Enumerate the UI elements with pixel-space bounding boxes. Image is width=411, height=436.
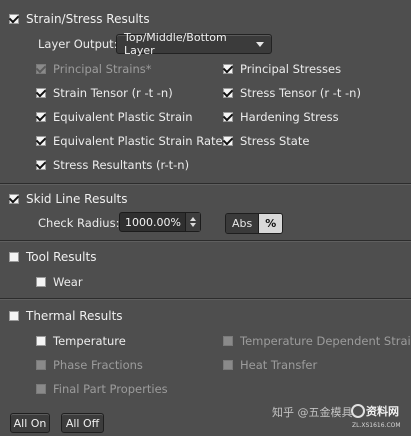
stress-resultants-checkbox[interactable]	[36, 160, 46, 170]
strain-stress-title: Strain/Stress Results	[26, 12, 150, 26]
principal-stresses-checkbox[interactable]	[223, 64, 233, 74]
layer-output-label: Layer Output:	[38, 37, 118, 51]
heat-transfer-checkbox[interactable]	[223, 360, 233, 370]
strain-tensor-label: Strain Tensor (r -t -n)	[53, 86, 173, 100]
section-divider	[0, 240, 411, 242]
temperature-label: Temperature	[53, 334, 126, 348]
stress-tensor-checkbox[interactable]	[223, 88, 233, 98]
checkbox-equivalent-plastic-strain[interactable]: Equivalent Plastic Strain	[36, 110, 193, 124]
checkbox-stress-resultants[interactable]: Stress Resultants (r-t-n)	[36, 158, 189, 172]
temperature-dependent-strains-label: Temperature Dependent Strains	[240, 334, 411, 348]
checkbox-heat-transfer[interactable]: Heat Transfer	[223, 358, 317, 372]
skid-line-header[interactable]: Skid Line Results	[9, 192, 127, 206]
wear-checkbox[interactable]	[36, 277, 46, 287]
check-radius-row: Check Radius:	[38, 216, 119, 230]
checkbox-principal-strains[interactable]: Principal Strains*	[36, 62, 151, 76]
wear-label: Wear	[53, 275, 83, 289]
layer-output-value: Top/Middle/Bottom Layer	[124, 31, 227, 57]
phase-fractions-label: Phase Fractions	[53, 358, 143, 372]
hardening-stress-checkbox[interactable]	[223, 112, 233, 122]
layer-output-dropdown[interactable]: Top/Middle/Bottom Layer	[116, 31, 272, 57]
checkbox-stress-tensor[interactable]: Stress Tensor (r -t -n)	[223, 86, 361, 100]
watermark-logo: 资料网 ZL.XS1616.COM	[351, 404, 401, 429]
checkbox-hardening-stress[interactable]: Hardening Stress	[223, 110, 339, 124]
checkbox-wear[interactable]: Wear	[36, 275, 83, 289]
strain-stress-checkbox[interactable]	[9, 14, 19, 24]
equivalent-plastic-strain-rate-label: Equivalent Plastic Strain Rate	[53, 134, 223, 148]
temperature-dependent-strains-checkbox[interactable]	[223, 336, 233, 346]
watermark-text: 知乎 @五金模具	[272, 406, 353, 419]
spin-down-icon[interactable]	[190, 223, 196, 227]
heat-transfer-label: Heat Transfer	[240, 358, 318, 372]
equivalent-plastic-strain-checkbox[interactable]	[36, 112, 46, 122]
checkbox-equivalent-plastic-strain-rate[interactable]: Equivalent Plastic Strain Rate	[36, 134, 223, 148]
all-on-button[interactable]: All On	[10, 413, 50, 433]
checkbox-principal-stresses[interactable]: Principal Stresses	[223, 62, 341, 76]
tool-results-header[interactable]: Tool Results	[9, 250, 96, 264]
equivalent-plastic-strain-rate-checkbox[interactable]	[36, 136, 46, 146]
final-part-properties-checkbox[interactable]	[36, 384, 46, 394]
thermal-results-header[interactable]: Thermal Results	[9, 309, 123, 323]
skid-line-checkbox[interactable]	[9, 194, 19, 204]
checkbox-temperature[interactable]: Temperature	[36, 334, 126, 348]
section-divider	[0, 298, 411, 300]
checkbox-temperature-dependent-strains[interactable]: Temperature Dependent Strains	[223, 334, 411, 348]
principal-strains-label: Principal Strains*	[53, 62, 152, 76]
checkbox-final-part-properties[interactable]: Final Part Properties	[36, 382, 168, 396]
watermark-logo-text: 资料网	[366, 404, 399, 418]
stress-tensor-label: Stress Tensor (r -t -n)	[240, 86, 361, 100]
phase-fractions-checkbox[interactable]	[36, 360, 46, 370]
watermark-logo-sub: ZL.XS1616.COM	[352, 422, 401, 429]
strain-stress-header[interactable]: Strain/Stress Results	[9, 12, 150, 26]
equivalent-plastic-strain-label: Equivalent Plastic Strain	[53, 110, 193, 124]
check-radius-value[interactable]: 1000.00%	[120, 216, 185, 229]
tool-results-title: Tool Results	[26, 250, 97, 264]
spinner-arrows[interactable]	[185, 213, 200, 231]
strain-tensor-checkbox[interactable]	[36, 88, 46, 98]
hardening-stress-label: Hardening Stress	[240, 110, 339, 124]
results-options-panel: Strain/Stress Results Layer Output: Top/…	[0, 0, 411, 436]
stress-state-checkbox[interactable]	[223, 136, 233, 146]
radius-unit-toggle[interactable]: Abs %	[225, 213, 284, 234]
final-part-properties-label: Final Part Properties	[53, 382, 168, 396]
checkbox-phase-fractions[interactable]: Phase Fractions	[36, 358, 143, 372]
check-radius-label: Check Radius:	[38, 216, 120, 230]
all-off-button[interactable]: All Off	[61, 413, 104, 433]
principal-strains-checkbox[interactable]	[36, 64, 46, 74]
checkbox-stress-state[interactable]: Stress State	[223, 134, 309, 148]
spin-up-icon[interactable]	[190, 217, 196, 221]
temperature-checkbox[interactable]	[36, 336, 46, 346]
section-divider	[0, 183, 411, 185]
stress-resultants-label: Stress Resultants (r-t-n)	[53, 158, 190, 172]
stress-state-label: Stress State	[240, 134, 310, 148]
tool-results-checkbox[interactable]	[9, 252, 19, 262]
check-radius-spinbox[interactable]: 1000.00%	[119, 212, 201, 232]
principal-stresses-label: Principal Stresses	[240, 62, 342, 76]
thermal-results-title: Thermal Results	[26, 309, 123, 323]
chevron-down-icon	[256, 41, 264, 47]
unit-percent-button[interactable]: %	[259, 214, 283, 233]
checkbox-strain-tensor[interactable]: Strain Tensor (r -t -n)	[36, 86, 173, 100]
skid-line-title: Skid Line Results	[26, 192, 128, 206]
layer-output-row: Layer Output:	[38, 37, 118, 51]
unit-abs-button[interactable]: Abs	[226, 214, 260, 233]
thermal-results-checkbox[interactable]	[9, 311, 19, 321]
